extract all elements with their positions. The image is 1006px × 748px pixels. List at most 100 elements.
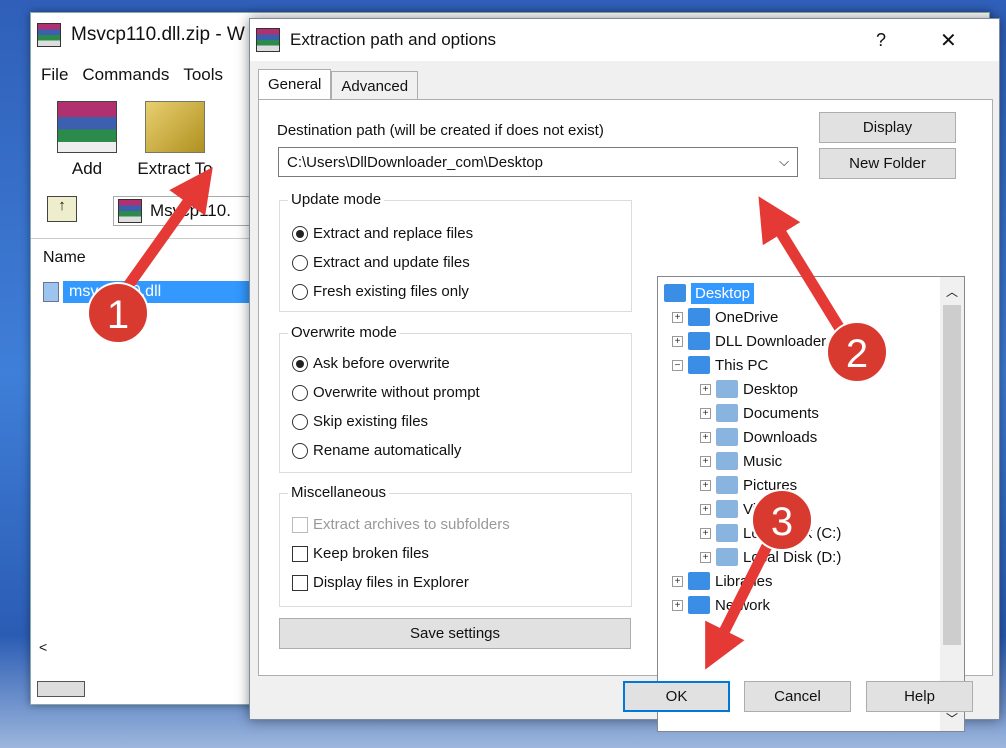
- radio-button[interactable]: [292, 283, 308, 300]
- expand-icon[interactable]: +: [700, 527, 711, 539]
- winrar-title: Msvcp110.dll.zip - W: [71, 24, 245, 45]
- menu-file[interactable]: File: [41, 65, 68, 85]
- radio-option[interactable]: Ask before overwrite: [292, 349, 480, 378]
- tree-node[interactable]: + OneDrive: [672, 305, 778, 329]
- expand-icon[interactable]: +: [672, 575, 683, 587]
- path-box[interactable]: Msvcp110.: [113, 196, 253, 226]
- radio-button[interactable]: [292, 413, 308, 430]
- tree-node-label: Videos: [743, 500, 789, 518]
- ok-button[interactable]: OK: [623, 681, 730, 712]
- radio-option[interactable]: Fresh existing files only: [292, 277, 473, 306]
- radio-option[interactable]: Overwrite without prompt: [292, 378, 480, 407]
- up-folder-icon[interactable]: ↑: [47, 196, 77, 222]
- expand-icon[interactable]: +: [700, 479, 711, 491]
- radio-option[interactable]: Rename automatically: [292, 436, 480, 465]
- tree-node-label: Desktop: [743, 380, 799, 398]
- extract-to-label: Extract To: [137, 159, 213, 178]
- tree-node[interactable]: + Desktop: [700, 377, 798, 401]
- tree-node[interactable]: + Local Disk (D:): [700, 545, 841, 569]
- radio-option[interactable]: Extract and update files: [292, 248, 473, 277]
- radio-option[interactable]: Extract and replace files: [292, 219, 473, 248]
- scroll-left-icon[interactable]: <: [39, 639, 47, 655]
- scroll-down-icon[interactable]: ﹀: [940, 710, 964, 727]
- tab-general[interactable]: General: [258, 69, 332, 102]
- radio-button[interactable]: [292, 254, 308, 271]
- add-button[interactable]: Add: [47, 101, 127, 179]
- dialog-icon: [256, 28, 280, 52]
- display-button[interactable]: Display: [819, 112, 956, 143]
- collapse-icon[interactable]: −: [672, 359, 683, 371]
- tree-node[interactable]: Desktop: [664, 281, 755, 305]
- expand-icon[interactable]: +: [700, 407, 711, 419]
- radio-button[interactable]: [292, 442, 308, 459]
- checkbox-option[interactable]: Display files in Explorer: [292, 568, 510, 597]
- expand-icon[interactable]: +: [672, 599, 683, 611]
- overwrite-mode-label: Overwrite mode: [288, 324, 400, 341]
- checkbox[interactable]: [292, 545, 308, 562]
- checkbox-option[interactable]: Keep broken files: [292, 539, 510, 568]
- tree-node[interactable]: + DLL Downloader.com: [672, 329, 858, 353]
- radio-button[interactable]: [292, 355, 308, 372]
- file-row[interactable]: msvcp110.dll: [43, 281, 249, 303]
- dialog-titlebar: Extraction path and options ? ✕: [250, 19, 999, 61]
- tree-node[interactable]: + Videos: [700, 497, 789, 521]
- expand-icon[interactable]: +: [700, 503, 711, 515]
- folder-icon: [716, 380, 738, 398]
- close-icon[interactable]: ✕: [940, 28, 957, 53]
- expand-icon[interactable]: +: [700, 455, 711, 467]
- radio-label: Extract and update files: [313, 254, 470, 271]
- menu-tools[interactable]: Tools: [183, 65, 223, 85]
- radio-button[interactable]: [292, 384, 308, 401]
- expand-icon[interactable]: +: [672, 335, 683, 347]
- destination-label: Destination path (will be created if doe…: [277, 122, 604, 139]
- folder-icon: [716, 404, 738, 422]
- tree-node-label: Libraries: [715, 572, 773, 590]
- checkbox[interactable]: [292, 574, 308, 591]
- radio-label: Skip existing files: [313, 413, 429, 430]
- tree-node[interactable]: + Documents: [700, 401, 819, 425]
- expand-icon[interactable]: +: [700, 551, 711, 563]
- scroll-thumb[interactable]: [943, 305, 961, 645]
- tree-node[interactable]: + Libraries: [672, 569, 773, 593]
- help-button[interactable]: Help: [866, 681, 973, 712]
- folder-icon: [716, 452, 738, 470]
- scroll-up-icon[interactable]: ︿: [940, 277, 964, 300]
- destination-path-value: C:\Users\DllDownloader_com\Desktop: [287, 153, 543, 171]
- menu-commands[interactable]: Commands: [82, 65, 169, 85]
- folder-tree[interactable]: ︿ ﹀ Desktop + OneDrive + DLL Downloader.com −…: [657, 276, 965, 732]
- tree-node[interactable]: − This PC: [672, 353, 768, 377]
- general-panel: Destination path (will be created if doe…: [258, 99, 993, 732]
- radio-option[interactable]: Skip existing files: [292, 407, 480, 436]
- tree-node-label: OneDrive: [715, 308, 779, 326]
- checkbox-label: Keep broken files: [313, 545, 429, 562]
- cancel-button[interactable]: Cancel: [744, 681, 851, 712]
- tree-node[interactable]: + Local Disk (C:): [700, 521, 841, 545]
- tree-node-label: Documents: [743, 404, 819, 422]
- update-mode-label: Update mode: [288, 191, 385, 208]
- radio-button[interactable]: [292, 225, 308, 242]
- chevron-down-icon[interactable]: ⌵: [779, 154, 789, 170]
- folder-icon: [664, 284, 686, 302]
- path-text: Msvcp110.: [150, 201, 231, 220]
- column-name[interactable]: Name: [43, 249, 86, 267]
- archive-icon: [118, 199, 142, 223]
- tree-node[interactable]: + Downloads: [700, 425, 817, 449]
- file-name: msvcp110.dll: [63, 281, 249, 303]
- new-folder-button[interactable]: New Folder: [819, 148, 956, 179]
- radio-label: Extract and replace files: [313, 225, 474, 242]
- save-settings-button[interactable]: Save settings: [279, 618, 631, 649]
- tree-node[interactable]: + Network: [672, 593, 770, 617]
- expand-icon[interactable]: +: [700, 431, 711, 443]
- folder-icon: [688, 572, 710, 590]
- miscellaneous-label: Miscellaneous: [288, 484, 390, 501]
- tree-node[interactable]: + Music: [700, 449, 782, 473]
- expand-icon[interactable]: +: [672, 311, 683, 323]
- folder-icon: [716, 428, 738, 446]
- expand-icon[interactable]: +: [700, 383, 711, 395]
- tree-scrollbar[interactable]: ︿ ﹀: [940, 277, 964, 731]
- extract-to-button[interactable]: Extract To: [135, 101, 215, 179]
- destination-path-input[interactable]: C:\Users\DllDownloader_com\Desktop ⌵: [278, 147, 798, 177]
- tree-node[interactable]: + Pictures: [700, 473, 797, 497]
- help-icon[interactable]: ?: [876, 30, 886, 51]
- tree-node-label: Network: [715, 596, 771, 614]
